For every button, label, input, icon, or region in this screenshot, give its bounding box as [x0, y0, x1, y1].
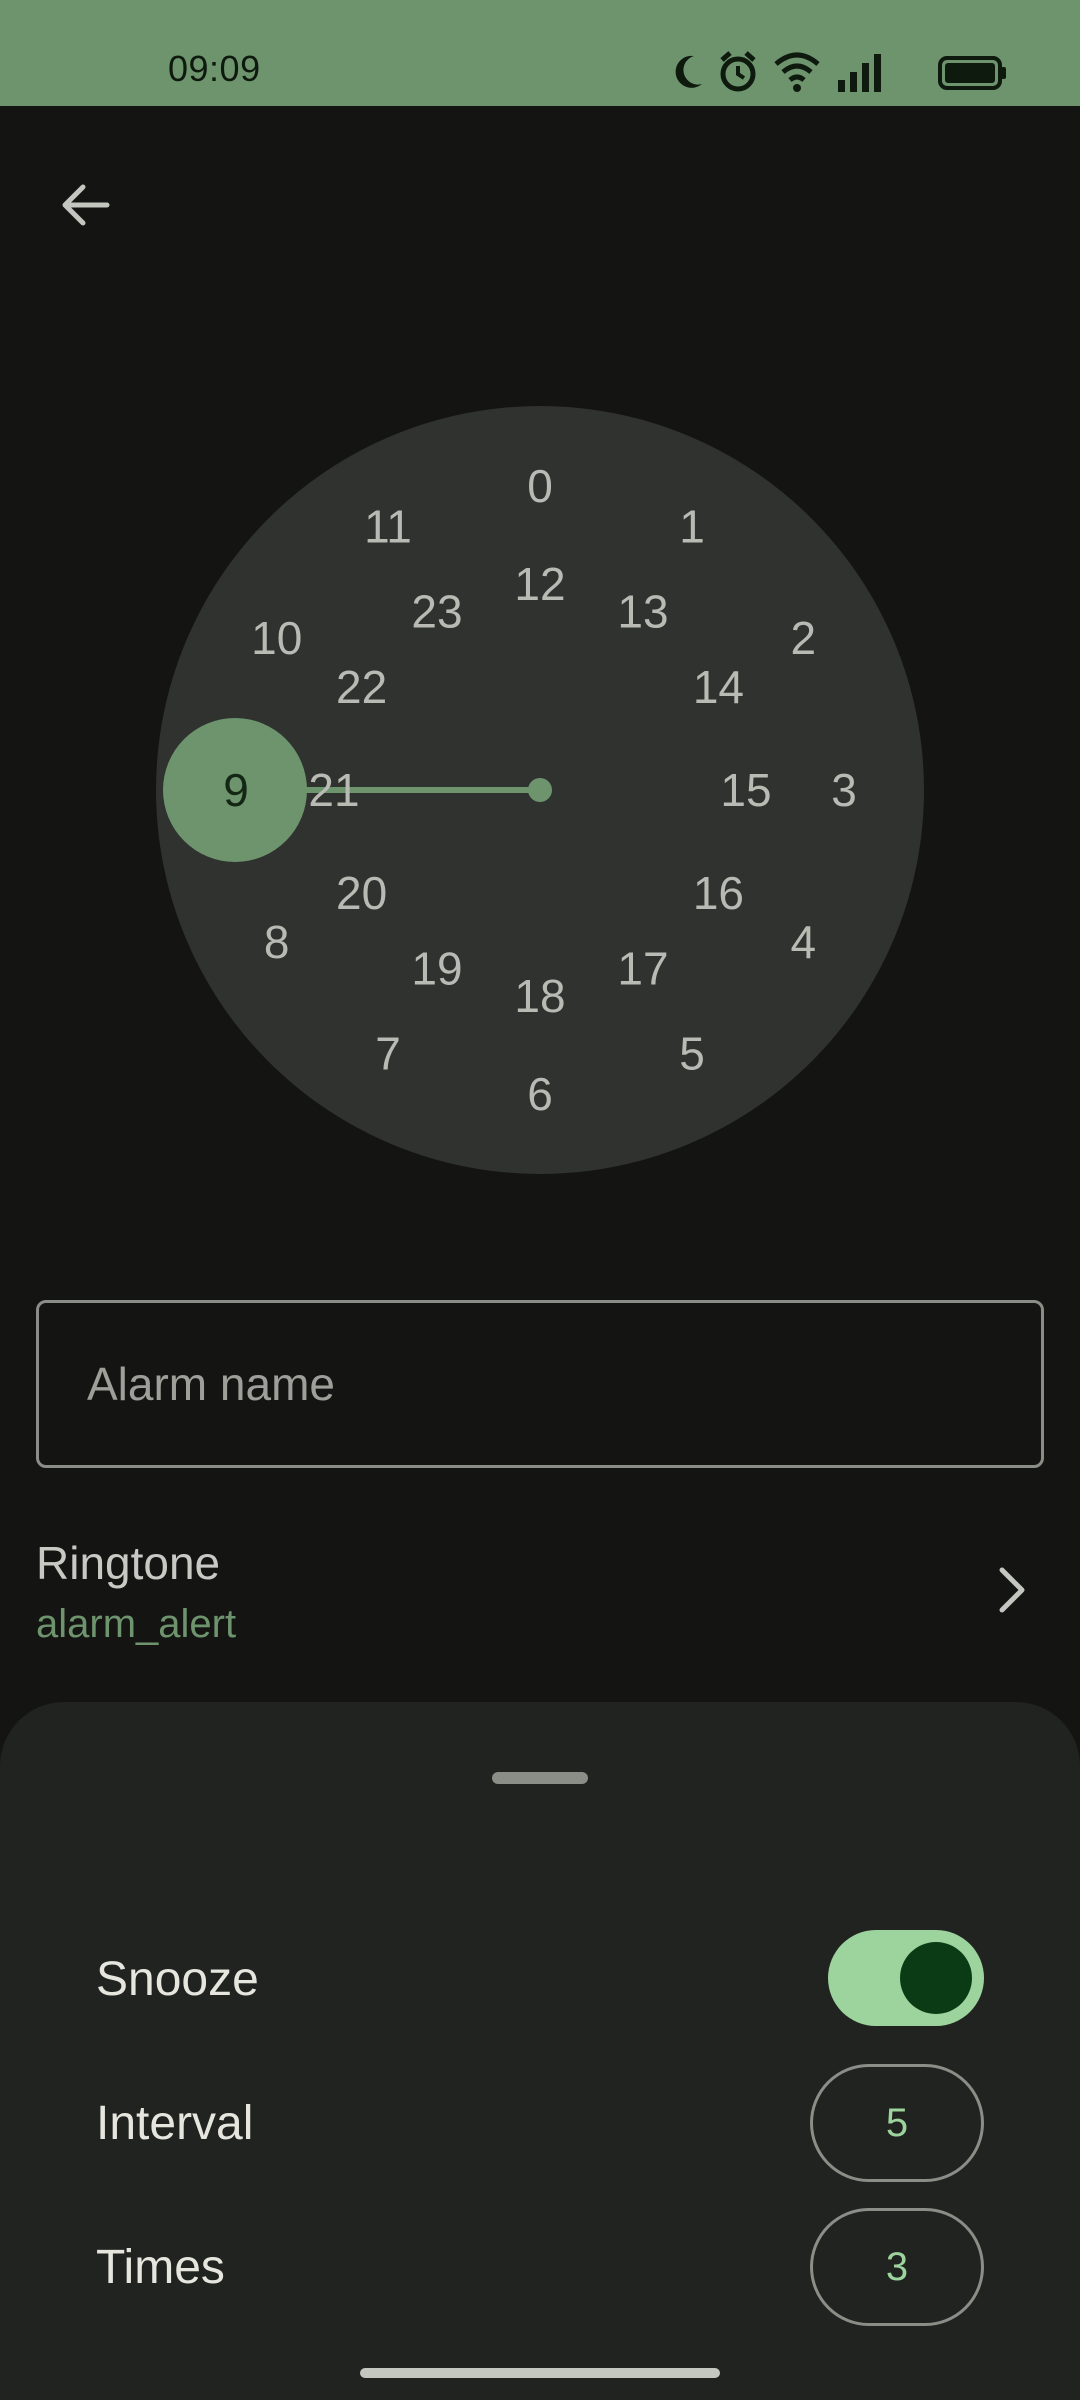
signal-icon	[838, 54, 881, 92]
dial-hour-5[interactable]: 5	[679, 1027, 705, 1079]
dial-hour-12[interactable]: 12	[514, 558, 565, 610]
times-label: Times	[96, 2241, 225, 2294]
moon-icon	[675, 55, 702, 88]
dial-hour-19[interactable]: 19	[411, 942, 462, 994]
dial-hour-15[interactable]: 15	[720, 764, 771, 816]
alarm-name-input[interactable]	[39, 1303, 1041, 1465]
ringtone-value: alarm_alert	[36, 1602, 237, 1646]
back-button[interactable]	[40, 160, 130, 250]
arrow-left-icon	[62, 184, 110, 226]
dial-hour-6[interactable]: 6	[527, 1068, 553, 1120]
dial-hour-13[interactable]: 13	[617, 586, 668, 638]
status-time: 09:09	[168, 48, 261, 89]
ringtone-label: Ringtone	[36, 1537, 221, 1589]
dial-hour-9[interactable]: 9	[223, 764, 249, 816]
dial-hour-17[interactable]: 17	[617, 942, 668, 994]
hour-dial[interactable]: 01234567891011121314151617181920212223	[156, 406, 924, 1174]
snooze-toggle[interactable]	[828, 1930, 984, 2026]
alarm-name-field[interactable]	[36, 1300, 1044, 1468]
dial-hour-11[interactable]: 11	[364, 501, 412, 553]
dial-hour-20[interactable]: 20	[336, 867, 387, 919]
home-indicator[interactable]	[360, 2368, 720, 2378]
dial-hour-7[interactable]: 7	[375, 1027, 401, 1079]
battery-icon	[938, 56, 1006, 90]
dial-hour-16[interactable]: 16	[693, 867, 744, 919]
dial-hour-1[interactable]: 1	[679, 501, 705, 553]
dial-hour-4[interactable]: 4	[791, 916, 817, 968]
drag-handle[interactable]	[492, 1772, 588, 1784]
dial-hour-23[interactable]: 23	[411, 586, 462, 638]
snooze-bottom-sheet: Snooze Interval 5 Times 3	[0, 1702, 1080, 2400]
times-value-button[interactable]: 3	[810, 2208, 984, 2326]
wifi-icon	[774, 52, 820, 92]
status-bar: 09:09	[0, 0, 1080, 106]
dial-hour-10[interactable]: 10	[251, 612, 302, 664]
dial-hour-0[interactable]: 0	[527, 460, 553, 512]
dial-hour-22[interactable]: 22	[336, 661, 387, 713]
dial-hour-8[interactable]: 8	[264, 916, 290, 968]
dial-hour-2[interactable]: 2	[791, 612, 817, 664]
ringtone-row[interactable]: Ringtone alarm_alert	[0, 1520, 1080, 1650]
alarm-clock-icon	[720, 51, 756, 92]
snooze-label: Snooze	[96, 1953, 259, 2006]
toggle-knob	[900, 1942, 972, 2014]
dial-hour-14[interactable]: 14	[693, 661, 744, 713]
chevron-right-icon	[999, 1567, 1025, 1613]
interval-label: Interval	[96, 2097, 254, 2150]
alarm-edit-screen: 09:09 0 1 2 3 4 5 6 7 8 9 10 11 12 13 14…	[0, 0, 1080, 2400]
interval-value-button[interactable]: 5	[810, 2064, 984, 2182]
dial-hour-3[interactable]: 3	[831, 764, 857, 816]
dial-hour-21[interactable]: 21	[308, 764, 359, 816]
dial-hour-18[interactable]: 18	[514, 970, 565, 1022]
